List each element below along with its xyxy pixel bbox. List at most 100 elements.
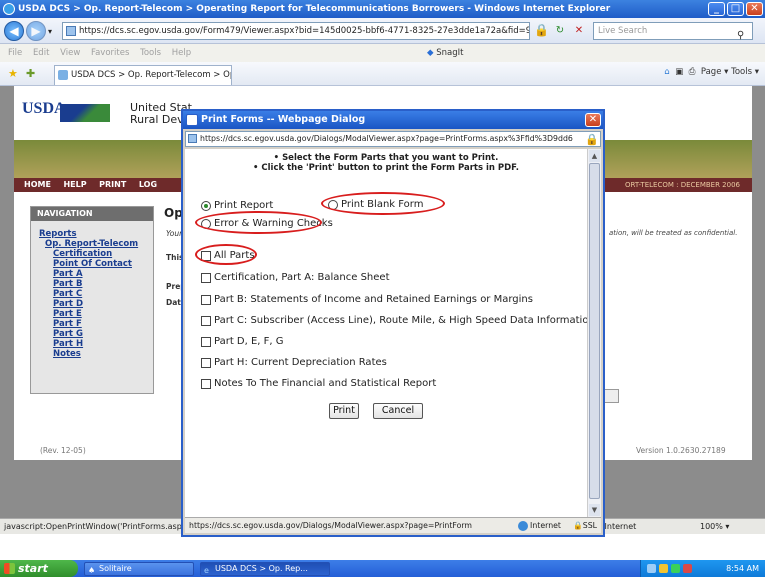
favorites-star-icon[interactable]: ★ [8, 67, 18, 80]
start-button[interactable]: start [0, 560, 78, 577]
nav-print[interactable]: PRINT [99, 180, 126, 189]
navigation-panel: NAVIGATION Reports Op. Report-Telecom Cert… [30, 206, 154, 394]
nav-help[interactable]: HELP [63, 180, 86, 189]
usda-logo: USDA [22, 100, 66, 117]
menu-file[interactable]: File [8, 48, 22, 58]
checkbox-part-defg-label: Part D, E, F, G [214, 336, 284, 347]
checkbox-notes-label: Notes To The Financial and Statistical R… [214, 378, 437, 389]
navigation-header: NAVIGATION [31, 207, 153, 221]
radio-print-report-input[interactable] [201, 200, 211, 211]
forward-button[interactable]: ▶ [26, 21, 46, 41]
command-bar[interactable]: ⌂ ▣ ⎙ Page ▾ Tools ▾ [664, 67, 759, 77]
radio-print-blank-form[interactable]: Print Blank Form [328, 199, 423, 210]
intro-text: Your [166, 229, 183, 238]
version-label: Version 1.0.2630.27189 [636, 446, 726, 455]
checkbox-part-c[interactable]: Part C: Subscriber (Access Line), Route … [201, 315, 595, 326]
stop-icon[interactable]: ✕ [572, 23, 586, 38]
browser-tab[interactable]: USDA DCS > Op. Report-Telecom > Operatin… [54, 65, 232, 85]
checkbox-part-defg[interactable]: Part D, E, F, G [201, 336, 284, 347]
scroll-down-arrow[interactable]: ▼ [589, 504, 600, 516]
checkbox-part-c-label: Part C: Subscriber (Access Line), Route … [214, 315, 595, 326]
window-title-bar: USDA DCS > Op. Report-Telecom > Operatin… [0, 0, 765, 18]
checkbox-part-c-box[interactable] [201, 315, 211, 326]
nav-link[interactable]: Part C [53, 289, 153, 299]
nav-link[interactable]: Reports [39, 229, 153, 239]
menu-view[interactable]: View [60, 48, 80, 58]
radio-error-input[interactable] [201, 218, 211, 229]
checkbox-all-parts-box[interactable] [201, 250, 211, 261]
menu-help[interactable]: Help [172, 48, 191, 58]
nav-home[interactable]: HOME [24, 180, 51, 189]
radio-print-report[interactable]: Print Report [201, 200, 273, 211]
search-icon[interactable]: ⚲ [737, 28, 749, 42]
radio-error-warning-checks[interactable]: Error & Warning Checks [201, 218, 333, 229]
dialog-globe-icon [518, 521, 529, 531]
snagit-button[interactable]: ◆ SnagIt [427, 44, 463, 62]
add-favorite-icon[interactable]: ✚ [26, 67, 35, 80]
close-button[interactable]: ✕ [746, 2, 763, 16]
dialog-lock-icon[interactable]: 🔒 [585, 133, 599, 146]
dialog-title-bar[interactable]: Print Forms -- Webpage Dialog ✕ [183, 111, 603, 129]
zoom-level[interactable]: 100% ▾ [700, 519, 729, 534]
search-input[interactable]: Live Search ⚲ [593, 22, 753, 42]
nav-link[interactable]: Part D [53, 299, 153, 309]
scroll-up-arrow[interactable]: ▲ [589, 150, 600, 162]
volume-icon[interactable] [671, 564, 680, 573]
cancel-button[interactable]: Cancel [373, 403, 423, 419]
maximize-button[interactable]: □ [727, 2, 744, 16]
menu-favorites[interactable]: Favorites [91, 48, 129, 58]
scroll-thumb[interactable] [589, 163, 600, 499]
checkbox-part-h-box[interactable] [201, 357, 211, 368]
security-icon[interactable] [659, 564, 668, 573]
nav-link[interactable]: Part E [53, 309, 153, 319]
checkbox-certification-part-a-label: Certification, Part A: Balance Sheet [214, 272, 390, 283]
minimize-button[interactable]: _ [708, 2, 725, 16]
dialog-url: https://dcs.sc.egov.usda.gov/Dialogs/Mod… [185, 131, 601, 147]
url-input[interactable]: https://dcs.sc.egov.usda.gov/Form479/Vie… [62, 22, 530, 40]
nav-link[interactable]: Point Of Contact [53, 259, 153, 269]
print-button[interactable]: Print [329, 403, 359, 419]
task-solitaire[interactable]: ♠ Solitaire [84, 562, 194, 576]
checkbox-part-defg-box[interactable] [201, 336, 211, 347]
nav-link[interactable]: Part F [53, 319, 153, 329]
print-icon[interactable]: ⎙ [689, 67, 696, 77]
checkbox-certification-part-a-box[interactable] [201, 272, 211, 283]
feeds-icon[interactable]: ▣ [675, 67, 683, 77]
lock-icon[interactable]: 🔒 [534, 23, 549, 39]
checkbox-certification-part-a[interactable]: Certification, Part A: Balance Sheet [201, 272, 390, 283]
page-icon [66, 26, 76, 36]
dialog-close-button[interactable]: ✕ [585, 113, 601, 127]
window-title: USDA DCS > Op. Report-Telecom > Operatin… [18, 4, 611, 14]
nav-link[interactable]: Notes [53, 349, 153, 359]
address-bar: ◀ ▶ ▾ https://dcs.sc.egov.usda.gov/Form4… [0, 18, 765, 44]
history-dropdown-icon[interactable]: ▾ [48, 27, 52, 36]
nav-link[interactable]: Certification [53, 249, 153, 259]
windows-flag-icon [4, 563, 15, 574]
ie-task-icon: e [204, 566, 209, 575]
menu-edit[interactable]: Edit [33, 48, 49, 58]
nav-link[interactable]: Part A [53, 269, 153, 279]
nav-link[interactable]: Part G [53, 329, 153, 339]
checkbox-part-h[interactable]: Part H: Current Depreciation Rates [201, 357, 387, 368]
menu-bar: File Edit View Favorites Tools Help ◆ Sn… [0, 44, 765, 62]
dialog-scrollbar[interactable]: ▲ ▼ [587, 149, 601, 517]
checkbox-notes-box[interactable] [201, 378, 211, 389]
favorites-bar: ★ ✚ USDA DCS > Op. Report-Telecom > Oper… [0, 62, 765, 86]
nav-link[interactable]: Op. Report-Telecom [45, 239, 153, 249]
menu-tools[interactable]: Tools [140, 48, 161, 58]
checkbox-part-b[interactable]: Part B: Statements of Income and Retaine… [201, 294, 533, 305]
nav-link[interactable]: Part B [53, 279, 153, 289]
refresh-icon[interactable]: ↻ [553, 23, 567, 38]
home-icon[interactable]: ⌂ [664, 67, 669, 77]
nav-logout[interactable]: LOG [139, 180, 157, 189]
checkbox-notes[interactable]: Notes To The Financial and Statistical R… [201, 378, 436, 389]
checkbox-all-parts[interactable]: All Parts [201, 250, 255, 261]
radio-print-blank-input[interactable] [328, 199, 338, 210]
task-ie[interactable]: e USDA DCS > Op. Rep... [200, 562, 330, 576]
nav-link[interactable]: Part H [53, 339, 153, 349]
update-icon[interactable] [683, 564, 692, 573]
checkbox-part-b-box[interactable] [201, 294, 211, 305]
network-icon[interactable] [647, 564, 656, 573]
back-button[interactable]: ◀ [4, 21, 24, 41]
dialog-status-bar: https://dcs.sc.egov.usda.gov/Dialogs/Mod… [185, 517, 601, 533]
